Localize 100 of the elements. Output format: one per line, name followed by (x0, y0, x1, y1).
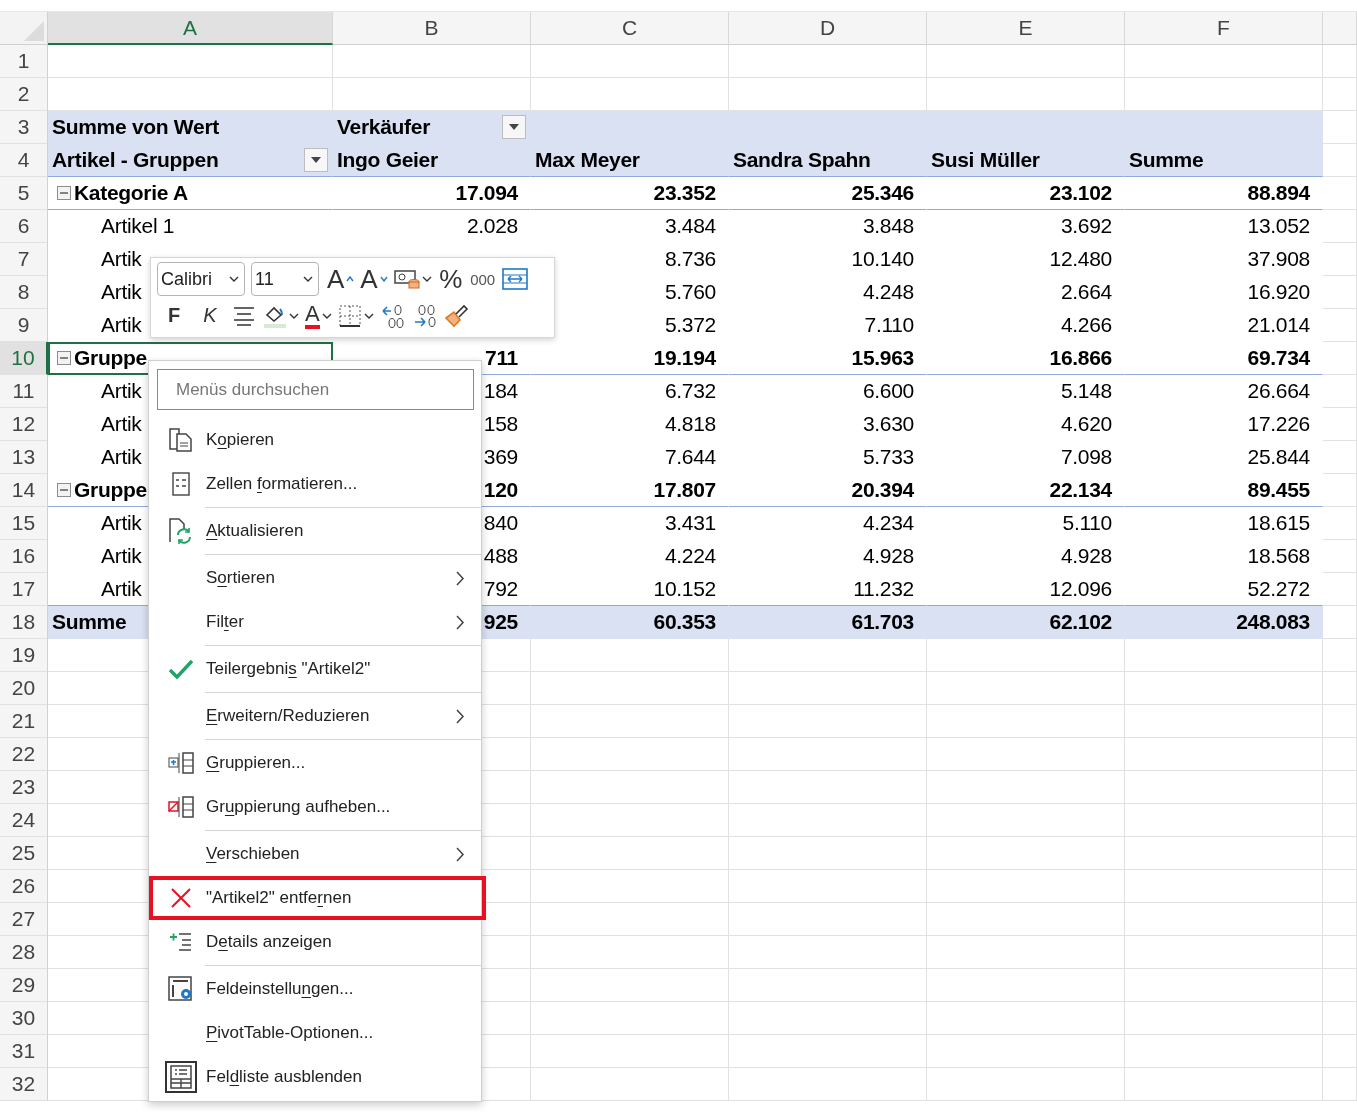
column-header[interactable]: F (1125, 12, 1323, 45)
table-cell: Ingo Geier (333, 144, 531, 177)
format-icon (172, 472, 190, 496)
filter-dropdown[interactable] (502, 115, 526, 139)
column-header[interactable]: B (333, 12, 531, 45)
table-cell (1323, 804, 1357, 837)
table-cell: Max Meyer (531, 144, 729, 177)
row-number: 30 (0, 1002, 48, 1035)
row-number: 7 (0, 243, 48, 276)
row-number: 5 (0, 177, 48, 210)
row-number: 21 (0, 705, 48, 738)
row-number: 4 (0, 144, 48, 177)
menu-item[interactable]: "Artikel2" entfernen (149, 876, 486, 920)
menu-item[interactable]: Details anzeigen (149, 920, 481, 964)
menu-item[interactable]: Verschieben (149, 832, 481, 876)
table-cell (1323, 144, 1357, 177)
table-cell (1323, 903, 1357, 936)
caret-up-icon (346, 276, 355, 283)
table-cell (1323, 1002, 1357, 1035)
column-header[interactable]: A (48, 12, 333, 45)
collapse-icon[interactable] (57, 483, 71, 497)
table-cell: Summe (1125, 144, 1323, 177)
menu-item[interactable]: Gruppierung aufheben... (149, 785, 481, 829)
decimal-icon (380, 302, 405, 329)
row-number: 23 (0, 771, 48, 804)
table-cell (1323, 870, 1357, 903)
menu-item[interactable]: Teilergebnis "Artikel2" (149, 647, 481, 691)
row-number: 16 (0, 540, 48, 573)
percent-button[interactable]: % (435, 263, 466, 296)
group-icon (168, 752, 194, 774)
column-header[interactable]: E (927, 12, 1125, 45)
caret-down-icon (379, 276, 388, 283)
align-icon (233, 305, 255, 326)
row-number: 12 (0, 408, 48, 441)
table-cell (1323, 474, 1357, 507)
table-cell (1323, 771, 1357, 804)
row-number: 22 (0, 738, 48, 771)
copy-icon (168, 427, 194, 453)
row-number: 24 (0, 804, 48, 837)
table-cell: Sandra Spahn (729, 144, 927, 177)
dropdown-arrow-icon (509, 124, 519, 130)
table-cell (1323, 573, 1357, 606)
table-cell: 61.703 (729, 606, 927, 639)
row-number: 32 (0, 1068, 48, 1101)
table-cell (1323, 672, 1357, 705)
dropdown-arrow-icon (311, 157, 321, 163)
table-cell (1323, 837, 1357, 870)
row-number: 19 (0, 639, 48, 672)
field-settings-icon (168, 976, 194, 1002)
field-list-icon (165, 1061, 197, 1093)
filter-dropdown[interactable] (304, 148, 328, 172)
row-number: 6 (0, 210, 48, 243)
close-icon (171, 888, 191, 908)
column-header[interactable]: D (729, 12, 927, 45)
decimal-icon (412, 302, 437, 329)
table-cell: Susi Müller (927, 144, 1125, 177)
row-number: 25 (0, 837, 48, 870)
row-number: 13 (0, 441, 48, 474)
font-size-select[interactable]: 11 (251, 262, 319, 297)
row-number: 26 (0, 870, 48, 903)
row-number: 11 (0, 375, 48, 408)
table-cell (1323, 243, 1357, 276)
refresh-icon (168, 517, 194, 545)
caret-icon (303, 276, 313, 283)
collapse-icon[interactable] (57, 186, 71, 200)
caret-icon (229, 276, 239, 283)
table-cell (1323, 936, 1357, 969)
shrink-font-button[interactable]: A (358, 263, 390, 296)
search-field[interactable]: Menüs durchsuchen (157, 369, 474, 410)
thousands-button[interactable]: 000 (467, 263, 498, 296)
table-cell (1323, 408, 1357, 441)
menu-item[interactable]: Gruppieren... (149, 741, 481, 785)
currency-icon (393, 268, 420, 291)
row-number: 28 (0, 936, 48, 969)
row-number: 8 (0, 276, 48, 309)
table-cell (1323, 276, 1357, 309)
row-number: 17 (0, 573, 48, 606)
table-cell: Summe von Wert (48, 111, 333, 144)
table-cell (1323, 1035, 1357, 1068)
table-cell: 60.353 (531, 606, 729, 639)
table-cell: 62.102 (927, 606, 1125, 639)
table-cell (1323, 639, 1357, 672)
table-cell (1323, 78, 1357, 111)
row-number: 27 (0, 903, 48, 936)
menu-item[interactable]: Feldliste ausblenden (149, 1055, 481, 1099)
borders-icon (337, 303, 362, 328)
menu-item[interactable]: Erweitern/Reduzieren (149, 694, 481, 738)
row-number: 2 (0, 78, 48, 111)
menu-item[interactable]: PivotTable-Optionen... (149, 1011, 481, 1055)
menu-item[interactable]: Feldeinstellungen... (149, 967, 481, 1011)
table-cell (1323, 540, 1357, 573)
table-cell (1323, 441, 1357, 474)
table-cell (1323, 342, 1357, 375)
row-number: 31 (0, 1035, 48, 1068)
column-header[interactable]: C (531, 12, 729, 45)
table-cell (1323, 375, 1357, 408)
row-number: 9 (0, 309, 48, 342)
row-number: 1 (0, 45, 48, 78)
collapse-icon[interactable] (57, 351, 71, 365)
table-cell (1323, 45, 1357, 78)
